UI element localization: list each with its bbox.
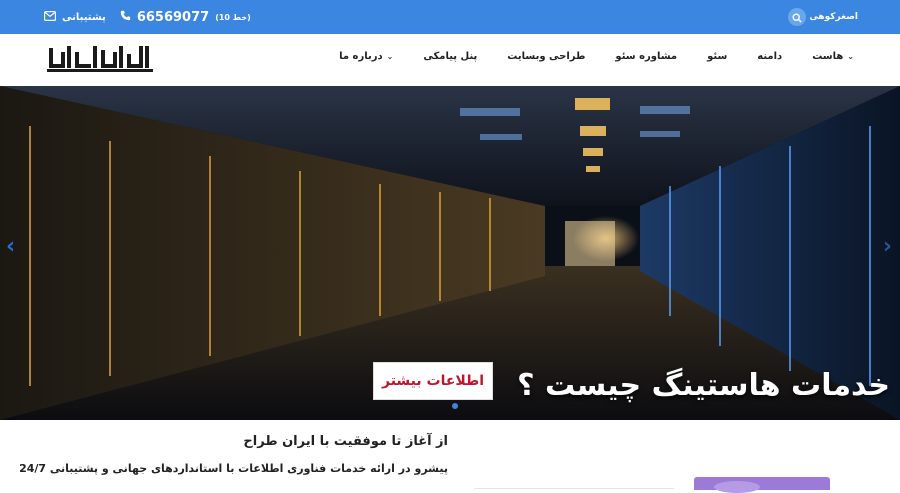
menu-item-about[interactable]: درباره ما ⌄ <box>339 51 393 62</box>
top-bar: پشتیبانی 66569077 (10 خط) ⌄ اصغرکوهی <box>0 0 900 34</box>
phone-lines: (10 خط) <box>215 12 251 22</box>
menu-item-label: درباره ما <box>339 50 383 62</box>
phone-icon <box>120 10 131 24</box>
hero-slider: ‹ › اطلاعات بیشتر خدمات هاستینگ چیست ؟ <box>0 86 900 420</box>
slider-dot-active[interactable] <box>452 403 458 409</box>
menu-item-label: هاست <box>812 50 844 62</box>
search-button[interactable] <box>788 8 806 26</box>
support-label[interactable]: پشتیبانی <box>62 12 106 23</box>
main-menu: هاست ⌄ دامنه سئو مشاوره سئو طراحی وبسایت… <box>339 34 854 78</box>
more-info-button[interactable]: اطلاعات بیشتر <box>373 362 493 400</box>
phone-number[interactable]: 66569077 <box>137 10 209 25</box>
menu-item-sms-panel[interactable]: پنل پیامکی <box>423 51 477 62</box>
feature-card-top <box>694 477 830 493</box>
menu-item-host[interactable]: هاست ⌄ <box>812 51 854 62</box>
menu-item-label: مشاوره سئو <box>615 50 678 62</box>
intro-subheading: پیشرو در ارائه خدمات فناوری اطلاعات با ا… <box>19 462 448 475</box>
slider-next-arrow[interactable]: › <box>883 234 892 259</box>
main-navbar: هاست ⌄ دامنه سئو مشاوره سئو طراحی وبسایت… <box>0 34 900 86</box>
contact-info: پشتیبانی 66569077 (10 خط) <box>44 0 257 34</box>
menu-item-seo-consulting[interactable]: مشاوره سئو <box>615 51 677 62</box>
menu-item-label: طراحی وبسایت <box>507 50 586 62</box>
divider <box>474 488 674 489</box>
slider-prev-arrow[interactable]: ‹ <box>6 234 15 259</box>
menu-item-label: دامنه <box>757 50 783 62</box>
intro-heading: از آغاز تا موفقیت با ایران طراح <box>243 434 448 449</box>
account-name[interactable]: اصغرکوهی <box>809 12 858 22</box>
menu-item-label: سئو <box>707 50 728 62</box>
intro-section: از آغاز تا موفقیت با ایران طراح پیشرو در… <box>0 420 900 493</box>
search-icon <box>792 8 802 27</box>
menu-item-web-design[interactable]: طراحی وبسایت <box>507 51 585 62</box>
menu-item-seo[interactable]: سئو <box>707 51 727 62</box>
chevron-down-icon: ⌄ <box>386 51 394 61</box>
email-icon[interactable] <box>44 10 57 24</box>
chevron-down-icon: ⌄ <box>847 51 854 61</box>
hero-title: خدمات هاستینگ چیست ؟ <box>517 368 890 403</box>
site-logo[interactable] <box>45 40 155 76</box>
menu-item-domain[interactable]: دامنه <box>757 51 782 62</box>
menu-item-label: پنل پیامکی <box>423 50 478 62</box>
